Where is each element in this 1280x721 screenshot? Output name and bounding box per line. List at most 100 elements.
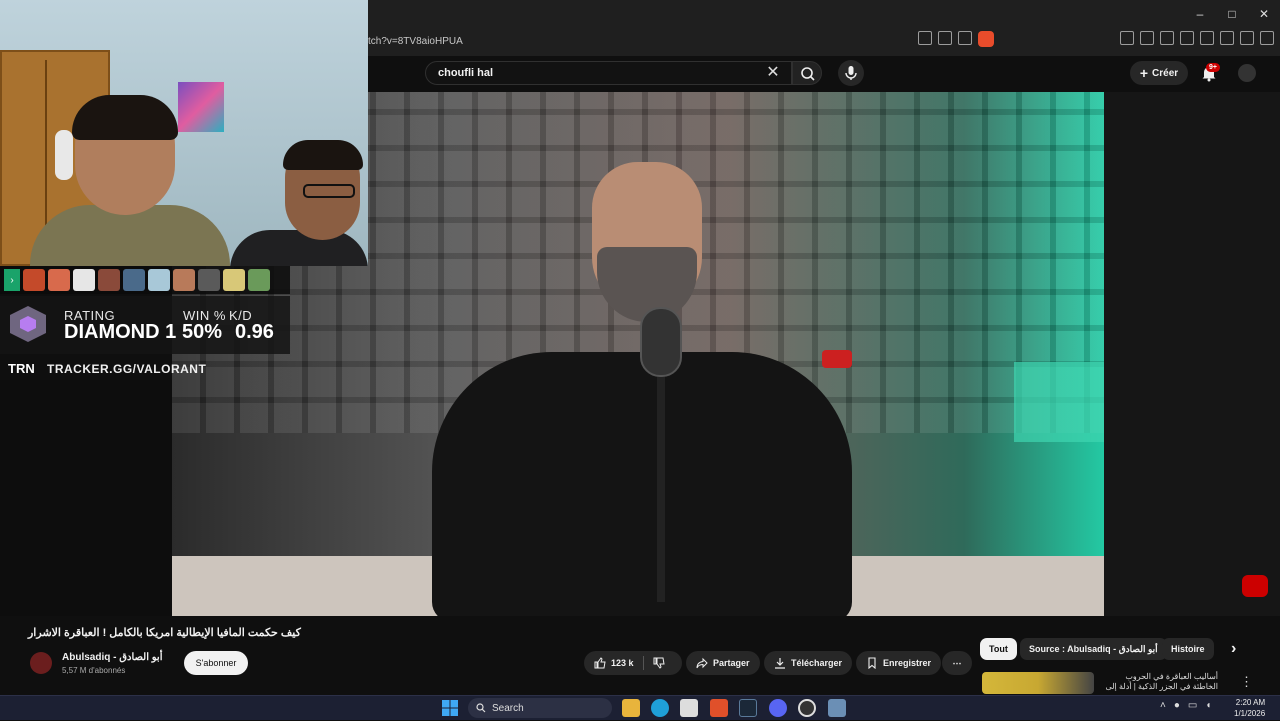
mic-stand	[657, 372, 665, 602]
like-count: 123 k	[611, 658, 634, 668]
agent-portrait-icon	[148, 269, 170, 291]
save-button[interactable]: Enregistrer	[856, 651, 942, 675]
settings-icon[interactable]	[828, 699, 846, 717]
url-text: tch?v=8TV8aioHPUA	[368, 35, 463, 47]
wallet-icon[interactable]	[1200, 31, 1214, 45]
download-label: Télécharger	[791, 658, 843, 668]
discord-icon[interactable]	[769, 699, 787, 717]
subscribe-button[interactable]: S'abonner	[184, 651, 248, 675]
file-explorer-icon[interactable]	[622, 699, 640, 717]
menu-icon[interactable]	[1260, 31, 1274, 45]
headset-icon	[55, 130, 73, 180]
agent-portrait-icon	[98, 269, 120, 291]
tracker-url: TRACKER.GG/VALORANT	[47, 362, 207, 376]
subscribe-watermark-icon[interactable]	[1242, 575, 1268, 597]
share-icon[interactable]	[958, 31, 972, 45]
account-avatar[interactable]	[1238, 64, 1256, 82]
cast-icon[interactable]	[918, 31, 932, 45]
video-presenter	[432, 162, 852, 616]
extensions-icon[interactable]	[1120, 31, 1134, 45]
translate-icon[interactable]	[938, 31, 952, 45]
thumbs-down-icon[interactable]	[653, 657, 665, 669]
like-dislike-group: 123 k	[584, 651, 682, 675]
network-icon[interactable]: ▭	[1188, 700, 1197, 711]
download-icon	[775, 658, 785, 669]
share-button[interactable]: Partager	[686, 651, 760, 675]
media-icon[interactable]	[1160, 31, 1174, 45]
brave-icon[interactable]	[710, 699, 728, 717]
store-icon[interactable]	[680, 699, 698, 717]
like-button[interactable]: 123 k	[594, 657, 634, 669]
microphone-tray-icon[interactable]: ●	[1174, 700, 1180, 711]
edge-icon[interactable]	[651, 699, 669, 717]
browser-extension-icons	[918, 31, 1274, 47]
obs-icon[interactable]	[798, 699, 816, 717]
rank-stats-panel: RATING DIAMOND 1 WIN % 50% K/D 0.96	[0, 296, 290, 354]
sidebar-icon[interactable]	[1180, 31, 1194, 45]
chip-all[interactable]: Tout	[980, 638, 1017, 660]
agent-portrait-icon	[48, 269, 70, 291]
windows-start-icon[interactable]	[442, 700, 458, 716]
clock-date: 1/1/2026	[1234, 709, 1266, 718]
agent-portrait-icon	[73, 269, 95, 291]
window-controls: – □ ✕	[1184, 0, 1280, 28]
chip-history[interactable]: Histoire	[1162, 638, 1214, 660]
streamer-hair	[72, 95, 178, 140]
brave-shield-icon[interactable]	[978, 31, 994, 47]
win-rate-value: 50%	[182, 321, 223, 343]
agent-portrait-icon	[23, 269, 45, 291]
agent-portrait-icon	[198, 269, 220, 291]
subscriber-count: 5,57 M d'abonnés	[62, 666, 126, 675]
taskbar-search[interactable]: Search	[468, 698, 612, 718]
steam-icon[interactable]	[739, 699, 757, 717]
vpn-icon[interactable]	[1240, 31, 1254, 45]
chevron-right-icon: ›	[4, 269, 20, 291]
create-button[interactable]: + Créer	[1130, 61, 1188, 85]
player-letterbox-left	[0, 380, 172, 616]
maximize-button[interactable]: □	[1216, 0, 1248, 28]
share-arrow-icon	[696, 657, 708, 669]
channel-avatar[interactable]	[30, 652, 52, 674]
search-input[interactable]: choufli hal	[425, 61, 792, 85]
clear-search-icon[interactable]: ✕	[762, 62, 784, 84]
leo-ai-icon[interactable]	[1220, 31, 1234, 45]
kd-value: 0.96	[235, 321, 274, 343]
agent-portrait-icon	[123, 269, 145, 291]
second-person	[230, 140, 368, 266]
glasses	[303, 184, 355, 198]
voice-search-button[interactable]	[838, 60, 864, 86]
volume-icon[interactable]: ◖	[1205, 700, 1211, 711]
streamer-person	[30, 95, 230, 266]
channel-name[interactable]: Abulsadiq - أبو الصادق	[62, 652, 163, 663]
taskbar-clock[interactable]: 2:20 AM 1/1/2026	[1234, 697, 1265, 719]
minimize-button[interactable]: –	[1184, 0, 1216, 28]
plus-icon: +	[1139, 65, 1149, 81]
agent-history-row: ›	[0, 266, 290, 294]
chevron-up-icon[interactable]: ˄	[1160, 700, 1166, 711]
more-actions-button[interactable]: ⋯	[942, 651, 972, 675]
second-person-hair	[283, 140, 363, 170]
recommended-more-icon[interactable]: ⋮	[1240, 674, 1253, 690]
presenter-hoodie	[432, 352, 852, 616]
download-button[interactable]: Télécharger	[764, 651, 853, 675]
agent-portrait-icon	[248, 269, 270, 291]
chip-source[interactable]: Source : Abulsadiq - أبو الصادق	[1020, 638, 1167, 660]
taskbar-search-label: Search	[492, 702, 524, 714]
share-label: Partager	[713, 658, 750, 668]
tab-manager-icon[interactable]	[1140, 31, 1154, 45]
save-label: Enregistrer	[883, 658, 932, 668]
second-person-shirt	[230, 230, 368, 266]
agent-portrait-icon	[223, 269, 245, 291]
search-button[interactable]	[792, 61, 822, 85]
thumbs-up-icon	[594, 657, 606, 669]
clock-time: 2:20 AM	[1235, 698, 1266, 707]
close-window-button[interactable]: ✕	[1248, 0, 1280, 28]
video-title: كيف حكمت المافيا الإيطالية امريكا بالكام…	[28, 627, 301, 639]
trn-logo: TRN	[8, 361, 35, 376]
video-green-light	[1014, 362, 1104, 442]
windows-taskbar	[0, 695, 1280, 720]
recommended-video-thumbnail[interactable]	[982, 672, 1094, 694]
notification-count-badge: 9+	[1206, 63, 1220, 72]
chips-next-arrow[interactable]: ›	[1222, 638, 1245, 660]
agent-portrait-icon	[173, 269, 195, 291]
